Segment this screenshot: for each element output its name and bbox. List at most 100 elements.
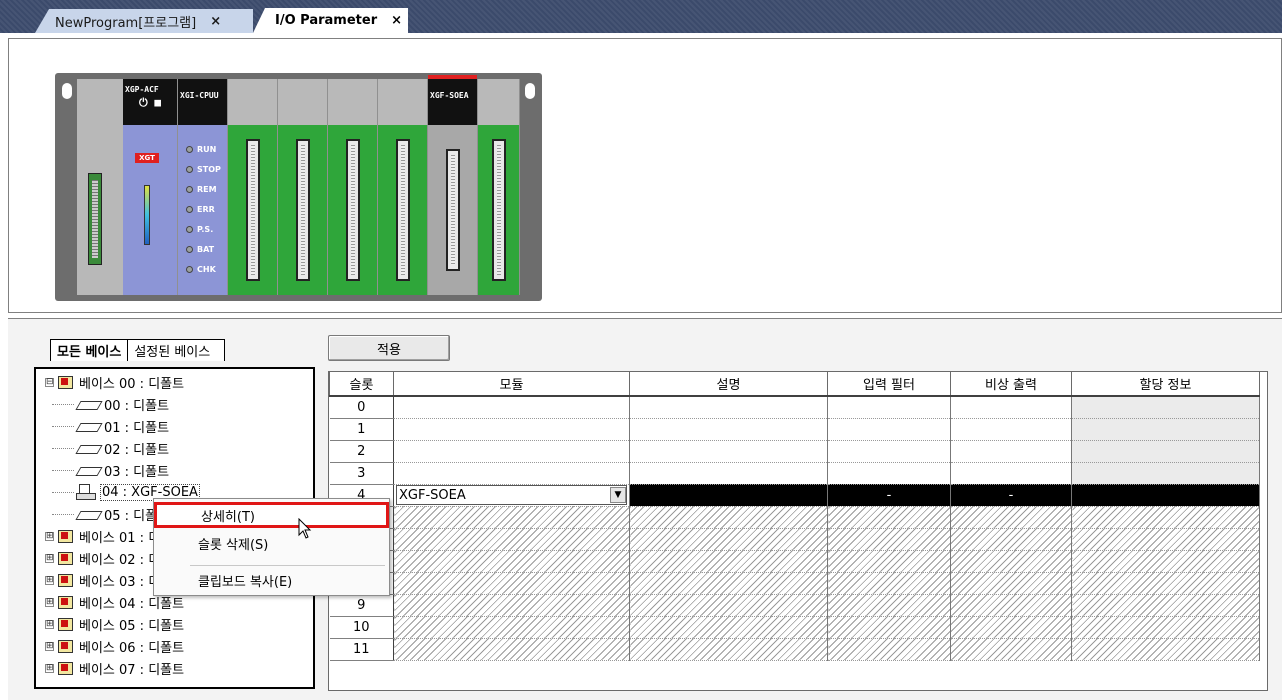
description-cell[interactable]: [629, 484, 828, 507]
close-icon[interactable]: ×: [210, 14, 221, 29]
mouse-cursor-icon: [298, 518, 312, 539]
tree-item-base-00[interactable]: ⊟ 베이스 00 : 디폴트: [36, 371, 313, 393]
io-parameter-grid: 슬롯 모듈 설명 입력 필터 비상 출력 할당 정보 0 1 2 3 4 XGF…: [328, 371, 1268, 691]
tree-item-base-06[interactable]: ⊞ 베이스 06 : 디폴트: [36, 635, 313, 657]
rack-slot-4[interactable]: XGF-SOEA: [428, 75, 478, 295]
tree-item-base-05[interactable]: ⊞ 베이스 05 : 디폴트: [36, 613, 313, 635]
module-select-value: XGF-SOEA: [399, 487, 466, 503]
column-header-module[interactable]: 모듈: [393, 372, 630, 397]
menu-item-delete-slot[interactable]: 슬롯 삭제(S): [154, 530, 389, 556]
expand-icon[interactable]: ⊞: [45, 575, 54, 585]
slot-icon: [76, 399, 100, 409]
column-header-slot[interactable]: 슬롯: [329, 372, 394, 397]
description-cell[interactable]: [629, 440, 828, 463]
apply-button[interactable]: 적용: [328, 335, 450, 361]
emergency-output-cell[interactable]: [950, 462, 1072, 485]
slot-number-cell: 0: [329, 396, 394, 419]
base-icon: [56, 529, 74, 543]
io-connector-icon: [395, 139, 410, 281]
tree-item-label: 베이스 00 : 디폴트: [79, 376, 185, 392]
rack-slot-0[interactable]: [228, 79, 278, 295]
expand-icon[interactable]: ⊞: [45, 531, 54, 541]
base-icon: [56, 595, 74, 609]
expand-icon[interactable]: ⊞: [45, 619, 54, 629]
slot-number-cell: 1: [329, 418, 394, 441]
slot-icon: [76, 509, 100, 519]
collapse-icon[interactable]: ⊟: [45, 377, 54, 387]
description-cell[interactable]: [629, 396, 828, 419]
table-row[interactable]: 1: [329, 418, 1260, 441]
tree-item-slot-01[interactable]: 01 : 디폴트: [36, 415, 313, 437]
module-cell[interactable]: [393, 418, 630, 441]
tree-item-label: 베이스 07 : 디폴트: [79, 662, 185, 678]
emergency-output-cell[interactable]: [950, 396, 1072, 419]
rack-view-pane: XGP-ACF ⏻ ■ XGT XGI-CPUU RUN STOP REM ER…: [8, 38, 1282, 313]
module-cell[interactable]: [393, 396, 630, 419]
rack-slot-1[interactable]: [278, 79, 328, 295]
context-menu: 상세히(T) 슬롯 삭제(S) 클립보드 복사(E): [153, 498, 390, 596]
io-connector-icon: [491, 139, 506, 281]
led-stop: STOP: [186, 165, 221, 174]
cpu-module[interactable]: XGI-CPUU RUN STOP REM ERR P.S. BAT CHK: [178, 79, 228, 295]
close-icon[interactable]: ×: [391, 13, 402, 28]
base-icon: [56, 551, 74, 565]
tree-item-label: 00 : 디폴트: [104, 398, 170, 414]
tab-all-bases[interactable]: 모든 베이스: [50, 339, 129, 361]
tree-item-base-07[interactable]: ⊞ 베이스 07 : 디폴트: [36, 657, 313, 679]
menu-item-details[interactable]: 상세히(T): [154, 502, 389, 528]
expand-icon[interactable]: ⊞: [45, 641, 54, 651]
tab-io-parameter[interactable]: I/O Parameter ×: [253, 8, 408, 33]
expand-icon[interactable]: ⊞: [45, 553, 54, 563]
table-row[interactable]: 3: [329, 462, 1260, 485]
expand-icon[interactable]: ⊞: [45, 663, 54, 673]
table-row-disabled: 10: [329, 616, 1260, 639]
rack-slot-2[interactable]: [328, 79, 378, 295]
power-module[interactable]: XGP-ACF ⏻ ■ XGT: [123, 79, 178, 295]
rack-slot-3[interactable]: [378, 79, 428, 295]
tree-item-slot-00[interactable]: 00 : 디폴트: [36, 393, 313, 415]
input-filter-cell[interactable]: -: [827, 484, 951, 507]
input-filter-cell[interactable]: [827, 418, 951, 441]
input-filter-cell[interactable]: [827, 462, 951, 485]
tree-item-slot-03[interactable]: 03 : 디폴트: [36, 459, 313, 481]
led-err: ERR: [186, 205, 215, 214]
module-select-cell[interactable]: XGF-SOEA ▼: [393, 484, 630, 507]
slot-number-cell: 9: [329, 594, 394, 617]
table-row[interactable]: 0: [329, 396, 1260, 419]
tab-new-program[interactable]: NewProgram[프로그램] ×: [35, 9, 253, 33]
menu-item-copy-clipboard[interactable]: 클립보드 복사(E): [154, 567, 389, 593]
emergency-output-cell[interactable]: -: [950, 484, 1072, 507]
column-header-allocation-info[interactable]: 할당 정보: [1071, 372, 1260, 397]
column-header-description[interactable]: 설명: [629, 372, 828, 397]
rack-slot-5[interactable]: [478, 79, 520, 295]
allocation-info-cell: [1071, 418, 1260, 441]
emergency-output-cell[interactable]: [950, 418, 1072, 441]
description-cell[interactable]: [629, 462, 828, 485]
module-cell[interactable]: [393, 440, 630, 463]
table-row-disabled: [329, 506, 1260, 529]
emergency-output-cell[interactable]: [950, 440, 1072, 463]
slot-number-cell: 3: [329, 462, 394, 485]
slot-number-cell: 11: [329, 638, 394, 661]
allocation-info-cell: [1071, 440, 1260, 463]
module-select[interactable]: XGF-SOEA ▼: [396, 485, 627, 505]
table-row-disabled: 9: [329, 594, 1260, 617]
column-header-input-filter[interactable]: 입력 필터: [827, 372, 951, 397]
base-filter-tabs: 모든 베이스 설정된 베이스: [50, 339, 226, 361]
led-run: RUN: [186, 145, 216, 154]
io-connector-icon: [445, 149, 460, 271]
input-filter-cell[interactable]: [827, 440, 951, 463]
expand-icon[interactable]: ⊞: [45, 597, 54, 607]
tab-configured-bases[interactable]: 설정된 베이스: [128, 339, 226, 361]
dropdown-arrow-icon[interactable]: ▼: [610, 487, 626, 503]
description-cell[interactable]: [629, 418, 828, 441]
expansion-connector-icon: [88, 173, 102, 265]
table-row[interactable]: 2: [329, 440, 1260, 463]
table-row-disabled: [329, 572, 1260, 595]
input-filter-cell[interactable]: [827, 396, 951, 419]
column-header-emergency-output[interactable]: 비상 출력: [950, 372, 1072, 397]
table-row-selected[interactable]: 4 XGF-SOEA ▼ - -: [329, 484, 1260, 507]
led-rem: REM: [186, 185, 217, 194]
module-cell[interactable]: [393, 462, 630, 485]
tree-item-slot-02[interactable]: 02 : 디폴트: [36, 437, 313, 459]
